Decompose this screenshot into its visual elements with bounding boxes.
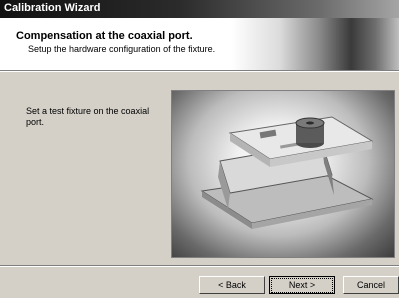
wizard-header: Compensation at the coaxial port. Setup … [0, 18, 399, 70]
header-divider [0, 70, 399, 72]
cancel-button[interactable]: Cancel [343, 276, 399, 294]
test-fixture-illustration [200, 116, 374, 229]
next-button-label: Next > [271, 278, 333, 293]
step-subtitle: Setup the hardware configuration of the … [28, 44, 216, 54]
footer-divider [0, 265, 399, 267]
instruction-text: Set a test fixture on the coaxial port. [26, 106, 150, 127]
calibration-wizard-window: Calibration Wizard Compensation at the c… [0, 0, 401, 298]
step-title: Compensation at the coaxial port. [16, 30, 193, 42]
test-fixture-image [171, 90, 395, 258]
title-bar[interactable]: Calibration Wizard [0, 0, 399, 18]
back-button[interactable]: < Back [199, 276, 265, 294]
next-button[interactable]: Next > [269, 276, 335, 294]
window-title: Calibration Wizard [4, 2, 101, 14]
